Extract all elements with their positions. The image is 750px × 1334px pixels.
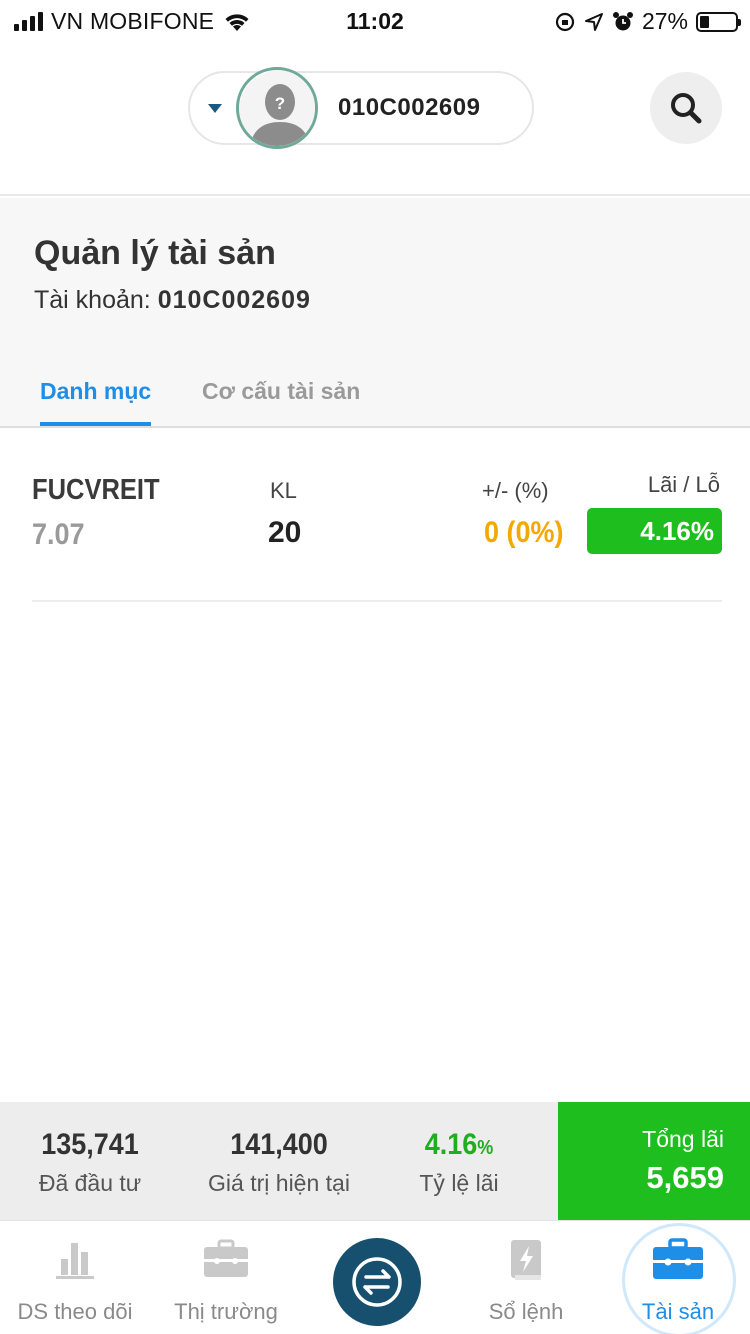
summary-profit-rate: 4.16% Tỷ lệ lãi [412,1128,506,1197]
briefcase-icon [204,1239,248,1277]
tab-asset-structure-label: Cơ cấu tài sản [202,378,361,404]
profit-rate-value: 4.16% [417,1128,502,1162]
tab-portfolio-label: Danh mục [40,378,152,404]
alarm-icon [612,11,633,30]
total-profit-value: 5,659 [646,1160,724,1195]
total-profit-label: Tổng lãi [642,1126,724,1152]
account-selector[interactable]: ? 010C002609 [188,67,534,149]
nav-watchlist-label: DS theo dõi [17,1299,133,1324]
holding-symbol: FUCVREIT [32,474,160,506]
asset-management-section: Quản lý tài sản Tài khoản: 010C002609 Da… [0,198,750,428]
nav-market[interactable]: Thị trường [160,1221,292,1334]
current-value: 141,400 [230,1128,328,1161]
quantity-value: 20 [268,516,302,549]
profit-rate-label: Tỷ lệ lãi [419,1170,499,1196]
holding-price: 7.07 [32,518,85,551]
profit-rate-unit: % [477,1137,494,1159]
exchange-icon [352,1257,402,1307]
quantity-label: KL [270,478,297,503]
nav-market-label: Thị trường [174,1299,278,1324]
account-id: 010C002609 [338,94,481,121]
holding-row[interactable]: FUCVREIT 7.07 KL 20 +/- (%) 0 (0%) Lãi /… [32,432,722,602]
profit-rate-number: 4.16 [424,1128,478,1161]
avatar: ? [236,67,318,149]
profit-loss-badge: 4.16% [587,508,722,554]
current-value-label: Giá trị hiện tại [208,1170,350,1196]
app-header: ? 010C002609 [0,42,750,196]
tab-asset-structure[interactable]: Cơ cấu tài sản [202,378,360,405]
location-icon [584,12,603,31]
search-icon [671,93,702,124]
summary-invested: 135,741 Đã đầu tư [30,1128,150,1197]
briefcase-icon [653,1238,703,1279]
user-placeholder-icon: ? [239,70,315,146]
nav-watchlist[interactable]: DS theo dõi [8,1221,142,1334]
page-title: Quản lý tài sản [34,234,276,272]
bar-chart-icon [56,1243,94,1279]
caret-down-icon [208,103,222,113]
invested-label: Đã đầu tư [38,1170,142,1196]
tab-active-indicator [40,422,152,426]
change-label: +/- (%) [482,478,549,503]
profit-loss-label: Lãi / Lỗ [647,472,720,497]
portfolio-summary: 135,741 Đã đầu tư 141,400 Giá trị hiện t… [0,1102,750,1220]
tab-portfolio[interactable]: Danh mục [40,378,152,426]
battery-percent: 27% [641,8,688,34]
account-label: Tài khoản: [34,286,151,314]
avatar-question-mark: ? [275,94,285,113]
search-button[interactable] [650,72,722,144]
status-bar: VN MOBIFONE 11:02 27% [0,0,750,42]
nav-trade-button[interactable] [333,1238,421,1326]
invested-value: 135,741 [41,1128,139,1161]
total-profit-box: Tổng lãi 5,659 [558,1102,750,1220]
order-book-icon [511,1240,541,1280]
battery-icon [696,11,741,32]
nav-order-book[interactable]: Sổ lệnh [470,1221,582,1334]
nav-assets[interactable]: Tài sản [622,1221,734,1334]
change-value: 0 (0%) [484,516,564,549]
account-line: Tài khoản: 010C002609 [34,286,311,315]
rotation-lock-icon [555,12,575,31]
account-value: 010C002609 [157,286,311,314]
bottom-nav: DS theo dõi Thị trường Sổ lệnh Tài sản [0,1220,750,1334]
summary-current-value: 141,400 Giá trị hiện tại [198,1128,360,1197]
status-right: 27% [554,8,741,35]
nav-assets-label: Tài sản [641,1299,715,1324]
nav-order-book-label: Sổ lệnh [488,1299,564,1324]
